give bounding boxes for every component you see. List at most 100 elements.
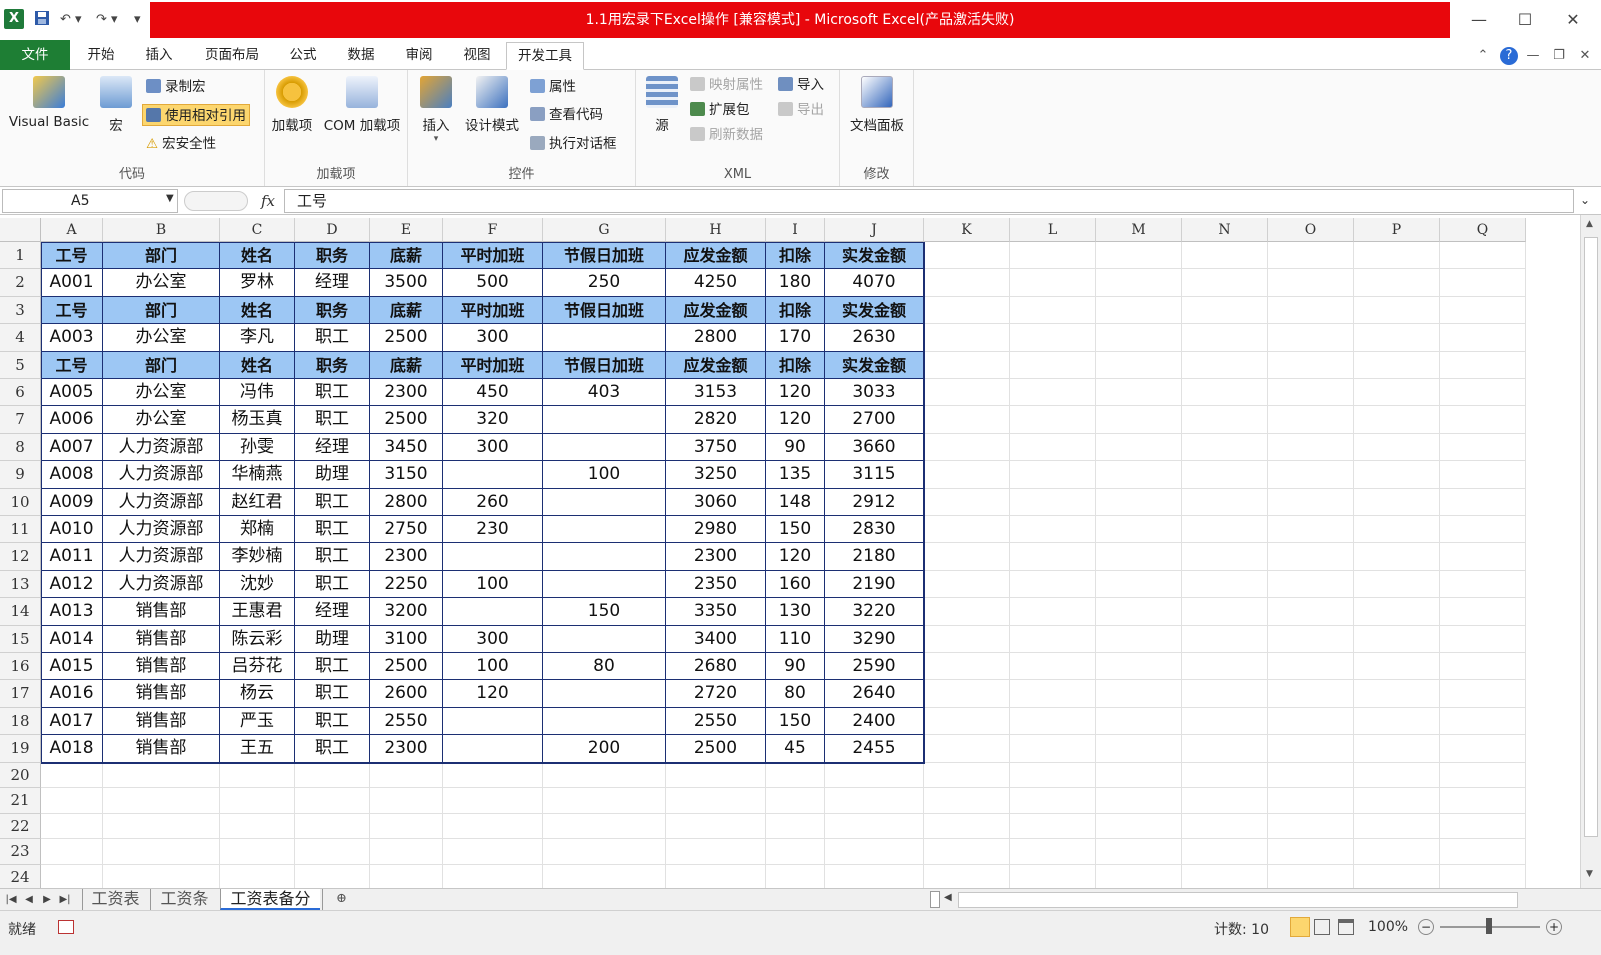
cell-d16[interactable]: 职工 (295, 653, 370, 681)
cell-i5[interactable]: 扣除 (766, 351, 825, 379)
cell-f16[interactable]: 100 (443, 653, 543, 681)
sheet-tab-salary[interactable]: 工资表 (82, 889, 148, 910)
cell-b9[interactable]: 人力资源部 (103, 461, 220, 489)
cell-o17[interactable] (1268, 680, 1354, 708)
cell-i10[interactable]: 148 (766, 488, 825, 516)
cell-m4[interactable] (1096, 324, 1182, 352)
cell-a10[interactable]: A009 (41, 488, 103, 516)
row-header-17[interactable]: 17 (0, 680, 41, 708)
cell-c17[interactable]: 杨云 (220, 680, 295, 708)
excel-app-icon[interactable]: X (4, 9, 24, 29)
column-header-g[interactable]: G (543, 218, 666, 242)
cell-b15[interactable]: 销售部 (103, 625, 220, 653)
column-header-p[interactable]: P (1354, 218, 1440, 242)
cell-q8[interactable] (1440, 433, 1526, 462)
cell-h10[interactable]: 3060 (666, 488, 766, 516)
cell-a21[interactable] (41, 788, 103, 814)
cell-b6[interactable]: 办公室 (103, 379, 220, 407)
cell-o10[interactable] (1268, 488, 1354, 516)
cell-d24[interactable] (295, 865, 370, 888)
cell-j16[interactable]: 2590 (825, 653, 924, 681)
zoom-level[interactable]: 100% (1368, 919, 1408, 935)
cell-m3[interactable] (1096, 296, 1182, 325)
cell-e16[interactable]: 2500 (370, 653, 443, 681)
cell-j11[interactable]: 2830 (825, 516, 924, 544)
cell-c16[interactable]: 吕芬花 (220, 653, 295, 681)
row-header-24[interactable]: 24 (0, 865, 41, 888)
cell-h23[interactable] (666, 839, 766, 865)
cell-e1[interactable]: 底薪 (370, 242, 443, 270)
cell-m13[interactable] (1096, 570, 1182, 599)
cell-l18[interactable] (1010, 707, 1096, 736)
cell-i12[interactable]: 120 (766, 543, 825, 571)
cell-e12[interactable]: 2300 (370, 543, 443, 571)
cell-e24[interactable] (370, 865, 443, 888)
cell-g11[interactable] (543, 516, 666, 544)
cell-b2[interactable]: 办公室 (103, 269, 220, 297)
column-header-l[interactable]: L (1010, 218, 1096, 242)
cell-q11[interactable] (1440, 516, 1526, 544)
formula-input[interactable]: 工号 (284, 189, 1574, 213)
cell-i24[interactable] (766, 865, 825, 888)
workbook-restore-icon[interactable]: ❐ (1550, 47, 1568, 65)
cell-d4[interactable]: 职工 (295, 324, 370, 352)
cell-p24[interactable] (1354, 865, 1440, 888)
tab-view[interactable]: 视图 (452, 42, 502, 70)
cell-a15[interactable]: A014 (41, 625, 103, 653)
cell-p2[interactable] (1354, 269, 1440, 297)
cell-c19[interactable]: 王五 (220, 735, 295, 763)
cell-p11[interactable] (1354, 516, 1440, 544)
cell-a16[interactable]: A015 (41, 653, 103, 681)
column-header-f[interactable]: F (443, 218, 543, 242)
cell-a12[interactable]: A011 (41, 543, 103, 571)
cell-f17[interactable]: 120 (443, 680, 543, 708)
cell-f20[interactable] (443, 762, 543, 789)
sheet-tab-salary-backup[interactable]: 工资表备分 (220, 889, 320, 910)
minimize-ribbon-icon[interactable]: ⌃ (1474, 47, 1492, 65)
insert-sheet-icon[interactable]: ⊕ (322, 889, 360, 910)
cell-a13[interactable]: A012 (41, 570, 103, 599)
cell-e21[interactable] (370, 788, 443, 814)
cell-i20[interactable] (766, 762, 825, 789)
cell-f14[interactable] (443, 598, 543, 626)
cell-m5[interactable] (1096, 351, 1182, 379)
xml-import-button[interactable]: 导入 (778, 74, 824, 96)
cell-n2[interactable] (1182, 269, 1268, 297)
cell-j13[interactable]: 2190 (825, 570, 924, 599)
cell-l12[interactable] (1010, 543, 1096, 571)
cell-k4[interactable] (924, 324, 1010, 352)
tab-review[interactable]: 审阅 (394, 42, 444, 70)
cell-f21[interactable] (443, 788, 543, 814)
cell-p12[interactable] (1354, 543, 1440, 571)
cell-f7[interactable]: 320 (443, 406, 543, 434)
cell-f24[interactable] (443, 865, 543, 888)
cell-n16[interactable] (1182, 653, 1268, 681)
cell-f8[interactable]: 300 (443, 433, 543, 462)
xml-source-button[interactable]: 源 (642, 76, 682, 134)
cell-l2[interactable] (1010, 269, 1096, 297)
cell-f4[interactable]: 300 (443, 324, 543, 352)
expand-formula-bar-icon[interactable]: ⌄ (1580, 193, 1590, 207)
cell-a24[interactable] (41, 865, 103, 888)
cell-j23[interactable] (825, 839, 924, 865)
cell-h21[interactable] (666, 788, 766, 814)
cell-m15[interactable] (1096, 625, 1182, 653)
cell-c4[interactable]: 李凡 (220, 324, 295, 352)
cell-q20[interactable] (1440, 762, 1526, 789)
cell-a19[interactable]: A018 (41, 735, 103, 763)
cell-n3[interactable] (1182, 296, 1268, 325)
document-panel-button[interactable]: 文档面板 (842, 76, 912, 134)
tab-file[interactable]: 文件 (0, 40, 70, 70)
cell-o6[interactable] (1268, 379, 1354, 407)
cell-d7[interactable]: 职工 (295, 406, 370, 434)
cell-g14[interactable]: 150 (543, 598, 666, 626)
cell-j18[interactable]: 2400 (825, 707, 924, 736)
help-icon[interactable]: ? (1500, 47, 1518, 65)
cell-h22[interactable] (666, 813, 766, 840)
row-header-14[interactable]: 14 (0, 598, 41, 626)
cell-d13[interactable]: 职工 (295, 570, 370, 599)
cell-n5[interactable] (1182, 351, 1268, 379)
cell-o20[interactable] (1268, 762, 1354, 789)
cell-f11[interactable]: 230 (443, 516, 543, 544)
cell-d15[interactable]: 助理 (295, 625, 370, 653)
